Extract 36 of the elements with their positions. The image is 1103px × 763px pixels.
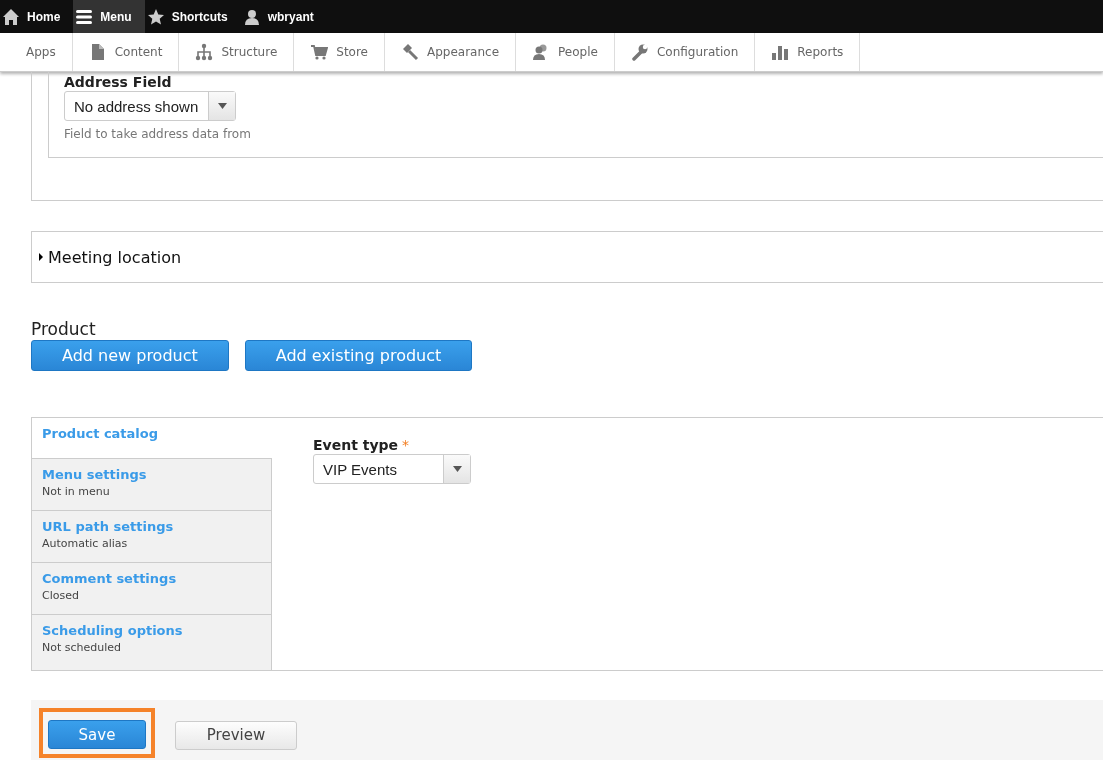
star-icon xyxy=(146,7,165,26)
field-label: Event type xyxy=(313,436,399,453)
user-icon xyxy=(242,7,261,26)
admin-menu-link[interactable]: Content xyxy=(72,33,180,71)
vertical-tab[interactable]: URL path settings Automatic alias xyxy=(32,511,272,563)
toolbar-tab[interactable]: Menu xyxy=(73,0,145,33)
details-box[interactable]: Meeting location xyxy=(31,231,1103,283)
wrench-icon xyxy=(630,43,649,61)
section-heading: Product xyxy=(31,319,96,339)
dropdown-caret-icon xyxy=(452,466,462,472)
field-label: Address Field xyxy=(64,73,172,90)
vertical-tab[interactable]: Scheduling options Not scheduled xyxy=(32,615,272,670)
vertical-tab[interactable]: Comment settings Closed xyxy=(32,563,272,615)
admin-menu-link[interactable]: Apps xyxy=(0,33,73,71)
required-mark: * xyxy=(402,437,410,453)
menu-icon xyxy=(75,7,94,26)
admin-menu-link[interactable]: Appearance xyxy=(385,33,517,71)
toolbar-tab[interactable]: Home xyxy=(0,0,74,33)
home-icon xyxy=(2,7,20,26)
field-description: Field to take address data from xyxy=(64,127,251,141)
toolbar-tab[interactable]: wbryant xyxy=(240,0,327,33)
bar-chart-icon xyxy=(771,43,790,61)
admin-menu-link[interactable]: Store xyxy=(294,33,385,71)
dropdown-caret-icon xyxy=(217,103,227,109)
address-select[interactable]: No address shown xyxy=(64,91,236,121)
hammer-icon xyxy=(401,43,419,61)
cart-icon xyxy=(310,43,329,61)
admin-menu-link[interactable]: Configuration xyxy=(614,33,756,71)
admin-menu-link[interactable]: People xyxy=(516,33,615,71)
admin-menu-link[interactable]: Structure xyxy=(179,33,295,71)
preview-button[interactable]: Preview xyxy=(175,720,297,750)
event-type-select[interactable]: VIP Events xyxy=(313,454,471,484)
hierarchy-icon xyxy=(195,43,214,61)
toolbar-tab[interactable]: Shortcuts xyxy=(144,0,241,33)
admin-menu-link[interactable]: Reports xyxy=(755,33,861,71)
vertical-tab[interactable]: Menu settings Not in menu xyxy=(32,459,272,511)
